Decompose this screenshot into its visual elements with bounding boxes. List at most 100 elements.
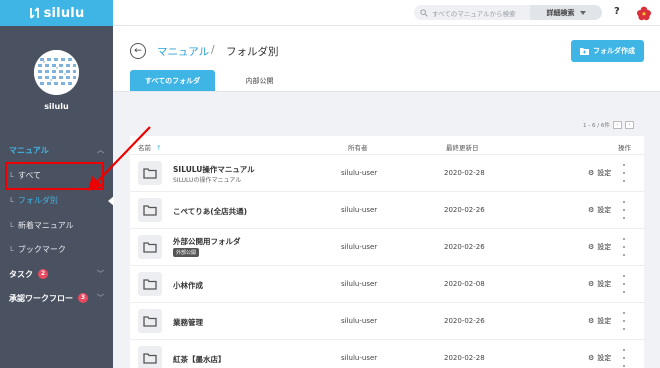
folder-owner: silulu-user (341, 243, 378, 251)
create-folder-label: フォルダ作成 (593, 47, 635, 55)
more-options-icon[interactable] (622, 164, 626, 182)
page-header: ← マニュアル / フォルダ別 フォルダ作成 すべてのフォルダ 内部公開 (113, 26, 660, 92)
folder-owner: silulu-user (341, 280, 378, 288)
folder-updated-date: 2020-02-28 (444, 354, 485, 362)
logo-text: silulu (43, 5, 85, 21)
folder-icon (138, 272, 162, 296)
sub-item-marker: L (10, 245, 14, 253)
arrow-left-icon: ← (134, 46, 142, 56)
table-row[interactable]: SILULU操作マニュアル SILULUの操作マニュアル silulu-user… (130, 154, 644, 190)
task-count-badge: 2 (38, 269, 48, 279)
folder-icon (138, 198, 162, 222)
avatar[interactable] (34, 50, 79, 95)
folder-updated-date: 2020-02-26 (444, 206, 485, 214)
nav-group-label: マニュアル (9, 145, 49, 155)
pagination: 1 - 6 / 6件 ‹ › (583, 121, 634, 129)
nav-group-tasks[interactable]: タスク 2 ﹀ (0, 264, 113, 284)
sidebar-item-label: フォルダ別 (17, 195, 58, 205)
pagination-count: 1 - 6 / 6件 (583, 123, 610, 129)
sidebar: silulu マニュアル ︿ L すべて L フォルダ別 L 新着マニュアル L… (0, 26, 113, 368)
sidebar-item-bookmarks[interactable]: L ブックマーク (0, 238, 113, 260)
nav-group-manual[interactable]: マニュアル ︿ (0, 140, 113, 160)
settings-button[interactable]: ⚙ 設定 (588, 168, 611, 178)
folder-icon (138, 161, 162, 185)
prev-page-button[interactable]: ‹ (612, 121, 622, 129)
nav-group-label: 承認ワークフロー (9, 293, 73, 303)
folder-name[interactable]: SILULU操作マニュアル (173, 164, 255, 175)
settings-button[interactable]: ⚙ 設定 (588, 205, 611, 215)
folder-name[interactable]: 紅茶【墨水店】 (173, 354, 226, 365)
settings-button[interactable]: ⚙ 設定 (588, 242, 611, 252)
settings-button[interactable]: ⚙ 設定 (588, 279, 611, 289)
chevron-down-icon: ﹀ (97, 294, 104, 302)
folder-plus-icon (580, 48, 589, 55)
search-input[interactable]: すべてのマニュアルから検索 (414, 5, 530, 20)
folder-owner: silulu-user (341, 206, 378, 214)
column-header-updated: 最終更新日 (446, 144, 479, 152)
sidebar-item-by-folder[interactable]: L フォルダ別 (0, 189, 113, 211)
folder-name[interactable]: 小林作成 (173, 280, 203, 291)
folder-icon (138, 346, 162, 368)
settings-label: 設定 (597, 243, 612, 251)
more-options-icon[interactable] (622, 275, 626, 293)
tab-all-folders[interactable]: すべてのフォルダ (130, 70, 215, 92)
settings-button[interactable]: ⚙ 設定 (588, 353, 611, 363)
next-page-button[interactable]: › (624, 121, 634, 129)
folder-description: SILULUの操作マニュアル (173, 177, 242, 184)
breadcrumb-link-manual[interactable]: マニュアル (157, 44, 209, 59)
top-bar: silulu すべてのマニュアルから検索 詳細検索 ? (0, 0, 660, 26)
sort-ascending-icon[interactable]: ↑ (156, 144, 161, 152)
folder-updated-date: 2020-02-26 (444, 243, 485, 251)
annotation-highlight-box (5, 162, 104, 190)
tab-divider (113, 91, 660, 92)
more-options-icon[interactable] (622, 201, 626, 219)
column-header-name[interactable]: 名前 ↑ (138, 142, 162, 152)
settings-button[interactable]: ⚙ 設定 (588, 316, 611, 326)
settings-label: 設定 (597, 280, 612, 288)
help-icon[interactable]: ? (614, 6, 620, 17)
workflow-count-badge: 3 (78, 293, 88, 303)
folder-owner: silulu-user (341, 354, 378, 362)
column-header-owner: 所有者 (348, 144, 368, 152)
sidebar-item-new-manuals[interactable]: L 新着マニュアル (0, 214, 113, 236)
chevron-up-icon: ︿ (97, 146, 104, 154)
table-row[interactable]: 紅茶【墨水店】 silulu-user 2020-02-28 ⚙ 設定 (130, 339, 644, 368)
logo[interactable]: silulu (0, 0, 113, 26)
caret-down-icon (579, 10, 586, 15)
folder-table: 名前 ↑ 所有者 最終更新日 操作 SILULU操作マニュアル SILULUの操… (130, 136, 644, 368)
nav-group-label: タスク (9, 269, 33, 279)
folder-updated-date: 2020-02-08 (444, 280, 485, 288)
chevron-down-icon: ﹀ (97, 270, 104, 278)
advanced-search-button[interactable]: 詳細検索 (530, 5, 602, 20)
user-menu-icon[interactable] (635, 4, 653, 22)
folder-icon (138, 309, 162, 333)
breadcrumb-separator: / (211, 44, 215, 56)
sidebar-item-label: ブックマーク (17, 244, 66, 254)
more-options-icon[interactable] (622, 238, 626, 256)
sub-item-marker: L (10, 196, 14, 204)
sidebar-item-label: 新着マニュアル (17, 220, 74, 230)
gear-icon: ⚙ (588, 169, 595, 177)
table-row[interactable]: こぺてりあ(全店共通) silulu-user 2020-02-26 ⚙ 設定 (130, 191, 644, 227)
create-folder-button[interactable]: フォルダ作成 (571, 40, 644, 62)
folder-name[interactable]: こぺてりあ(全店共通) (173, 206, 247, 217)
folder-icon (138, 235, 162, 259)
nav-group-approval-workflow[interactable]: 承認ワークフロー 3 ﹀ (0, 288, 113, 308)
table-row[interactable]: 業務管理 silulu-user 2020-02-26 ⚙ 設定 (130, 302, 644, 338)
active-item-indicator (108, 196, 114, 206)
back-button[interactable]: ← (130, 43, 146, 59)
more-options-icon[interactable] (622, 349, 626, 367)
page-title: フォルダ別 (226, 46, 279, 58)
folder-name[interactable]: 業務管理 (173, 317, 203, 328)
folder-owner: silulu-user (341, 317, 378, 325)
folder-updated-date: 2020-02-26 (444, 317, 485, 325)
column-header-label: 名前 (138, 144, 151, 152)
sub-item-marker: L (10, 221, 14, 229)
table-row[interactable]: 外部公開用フォルダ 外部公開 silulu-user 2020-02-26 ⚙ 設… (130, 228, 644, 264)
folder-name[interactable]: 外部公開用フォルダ (173, 236, 241, 247)
more-options-icon[interactable] (622, 312, 626, 330)
tab-internal[interactable]: 内部公開 (217, 70, 302, 92)
settings-label: 設定 (597, 317, 612, 325)
table-row[interactable]: 小林作成 silulu-user 2020-02-08 ⚙ 設定 (130, 265, 644, 301)
gear-icon: ⚙ (588, 280, 595, 288)
